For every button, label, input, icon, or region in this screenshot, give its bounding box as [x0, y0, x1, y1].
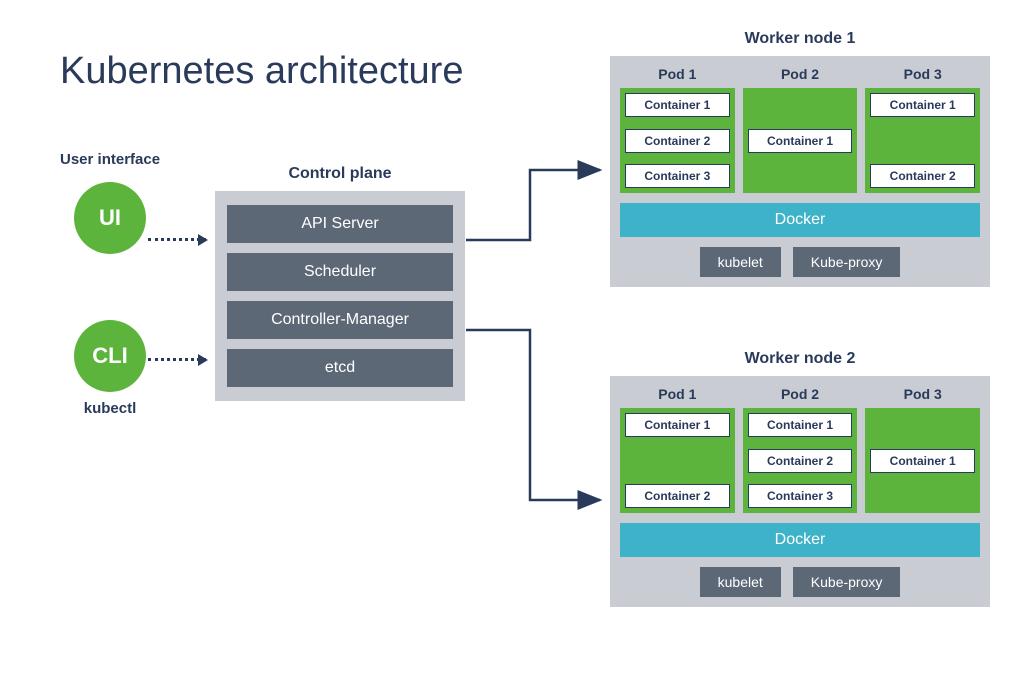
- container-item: Container 3: [748, 484, 853, 508]
- control-plane-box: API Server Scheduler Controller-Manager …: [215, 191, 465, 401]
- pod-label: Pod 1: [620, 66, 735, 82]
- worker-1-kubelet: kubelet: [700, 247, 781, 277]
- pod-label: Pod 3: [865, 66, 980, 82]
- cli-circle: CLI: [74, 320, 146, 392]
- pod-body: Container 1: [865, 408, 980, 513]
- container-item: Container 1: [870, 93, 975, 117]
- worker-2-kube-proxy: Kube-proxy: [793, 567, 901, 597]
- container-item: Container 1: [748, 413, 853, 437]
- ui-circle: UI: [74, 182, 146, 254]
- worker-2-pods-row: Pod 1 Container 1 Container 2 Pod 2 Cont…: [620, 386, 980, 513]
- user-interface-section: User interface UI: [60, 150, 160, 262]
- worker-1-pod-1: Pod 1 Container 1 Container 2 Container …: [620, 66, 735, 193]
- worker-1-pod-2: Pod 2 Container 1: [743, 66, 858, 193]
- worker-2-pod-1: Pod 1 Container 1 Container 2: [620, 386, 735, 513]
- worker-node-1: Worker node 1 Pod 1 Container 1 Containe…: [610, 30, 990, 287]
- pod-label: Pod 1: [620, 386, 735, 402]
- pod-label: Pod 2: [743, 386, 858, 402]
- container-item: Container 3: [625, 164, 730, 188]
- worker-node-2: Worker node 2 Pod 1 Container 1 Containe…: [610, 350, 990, 607]
- cli-section: CLI kubectl: [60, 320, 160, 417]
- worker-2-kubelet: kubelet: [700, 567, 781, 597]
- cp-controller-manager: Controller-Manager: [227, 301, 453, 339]
- pod-body: Container 1 Container 2 Container 3: [743, 408, 858, 513]
- control-plane-section: Control plane API Server Scheduler Contr…: [215, 165, 465, 401]
- container-item: Container 2: [870, 164, 975, 188]
- container-item: Container 1: [870, 449, 975, 473]
- cp-etcd: etcd: [227, 349, 453, 387]
- container-item: Container 1: [748, 129, 853, 153]
- user-interface-heading: User interface: [60, 150, 160, 170]
- worker-2-docker: Docker: [620, 523, 980, 557]
- worker-2-heading: Worker node 2: [610, 350, 990, 368]
- worker-1-box: Pod 1 Container 1 Container 2 Container …: [610, 56, 990, 287]
- pod-label: Pod 2: [743, 66, 858, 82]
- cp-api-server: API Server: [227, 205, 453, 243]
- worker-1-docker: Docker: [620, 203, 980, 237]
- worker-2-agents: kubelet Kube-proxy: [620, 567, 980, 597]
- arrow-cli-to-control-plane: [148, 358, 206, 361]
- worker-2-box: Pod 1 Container 1 Container 2 Pod 2 Cont…: [610, 376, 990, 607]
- pod-body: Container 1 Container 2 Container 3: [620, 88, 735, 193]
- pod-body: Container 1: [743, 88, 858, 193]
- cp-scheduler: Scheduler: [227, 253, 453, 291]
- worker-2-pod-2: Pod 2 Container 1 Container 2 Container …: [743, 386, 858, 513]
- cli-sublabel: kubectl: [60, 400, 160, 417]
- control-plane-heading: Control plane: [215, 165, 465, 183]
- container-item: Container 2: [625, 484, 730, 508]
- worker-2-pod-3: Pod 3 Container 1: [865, 386, 980, 513]
- container-item: Container 2: [625, 129, 730, 153]
- diagram-title: Kubernetes architecture: [60, 50, 463, 93]
- container-item: Container 1: [625, 413, 730, 437]
- pod-body: Container 1 Container 2: [620, 408, 735, 513]
- worker-1-pods-row: Pod 1 Container 1 Container 2 Container …: [620, 66, 980, 193]
- pod-body: Container 1 Container 2: [865, 88, 980, 193]
- container-item: Container 1: [625, 93, 730, 117]
- worker-1-pod-3: Pod 3 Container 1 Container 2: [865, 66, 980, 193]
- container-item: Container 2: [748, 449, 853, 473]
- worker-1-agents: kubelet Kube-proxy: [620, 247, 980, 277]
- arrow-ui-to-control-plane: [148, 238, 206, 241]
- worker-1-kube-proxy: Kube-proxy: [793, 247, 901, 277]
- worker-1-heading: Worker node 1: [610, 30, 990, 48]
- pod-label: Pod 3: [865, 386, 980, 402]
